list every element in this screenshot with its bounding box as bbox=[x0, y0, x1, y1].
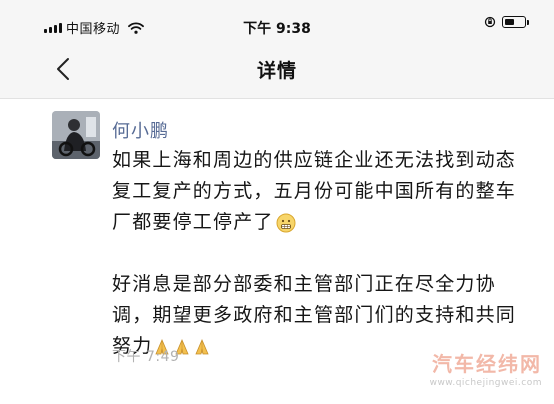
avatar-image bbox=[52, 111, 100, 159]
post-timestamp: 下午 7:49 bbox=[112, 349, 180, 365]
grimace-emoji-icon bbox=[276, 213, 296, 232]
status-bar: 中国移动 下午 9:38 bbox=[0, 0, 554, 40]
watermark: 汽车经纬网 www.qichejingwei.com bbox=[430, 348, 542, 388]
status-right bbox=[484, 16, 529, 28]
avatar[interactable] bbox=[52, 111, 100, 159]
post-content: 如果上海和周边的供应链企业还无法找到动态复工复产的方式，五月份可能中国所有的整车… bbox=[112, 145, 522, 362]
rotation-lock-icon bbox=[484, 16, 496, 28]
battery-icon bbox=[502, 16, 529, 28]
page-title: 详情 bbox=[256, 60, 297, 82]
nav-bar: 详情 bbox=[0, 40, 554, 99]
watermark-url: www.qichejingwei.com bbox=[429, 378, 542, 388]
pray-emoji-icon bbox=[195, 338, 210, 354]
status-time: 下午 9:38 bbox=[243, 21, 311, 37]
watermark-title: 汽车经纬网 bbox=[432, 352, 542, 376]
post-paragraph-1: 如果上海和周边的供应链企业还无法找到动态复工复产的方式，五月份可能中国所有的整车… bbox=[112, 149, 517, 233]
author-name[interactable]: 何小鹏 bbox=[112, 117, 169, 143]
